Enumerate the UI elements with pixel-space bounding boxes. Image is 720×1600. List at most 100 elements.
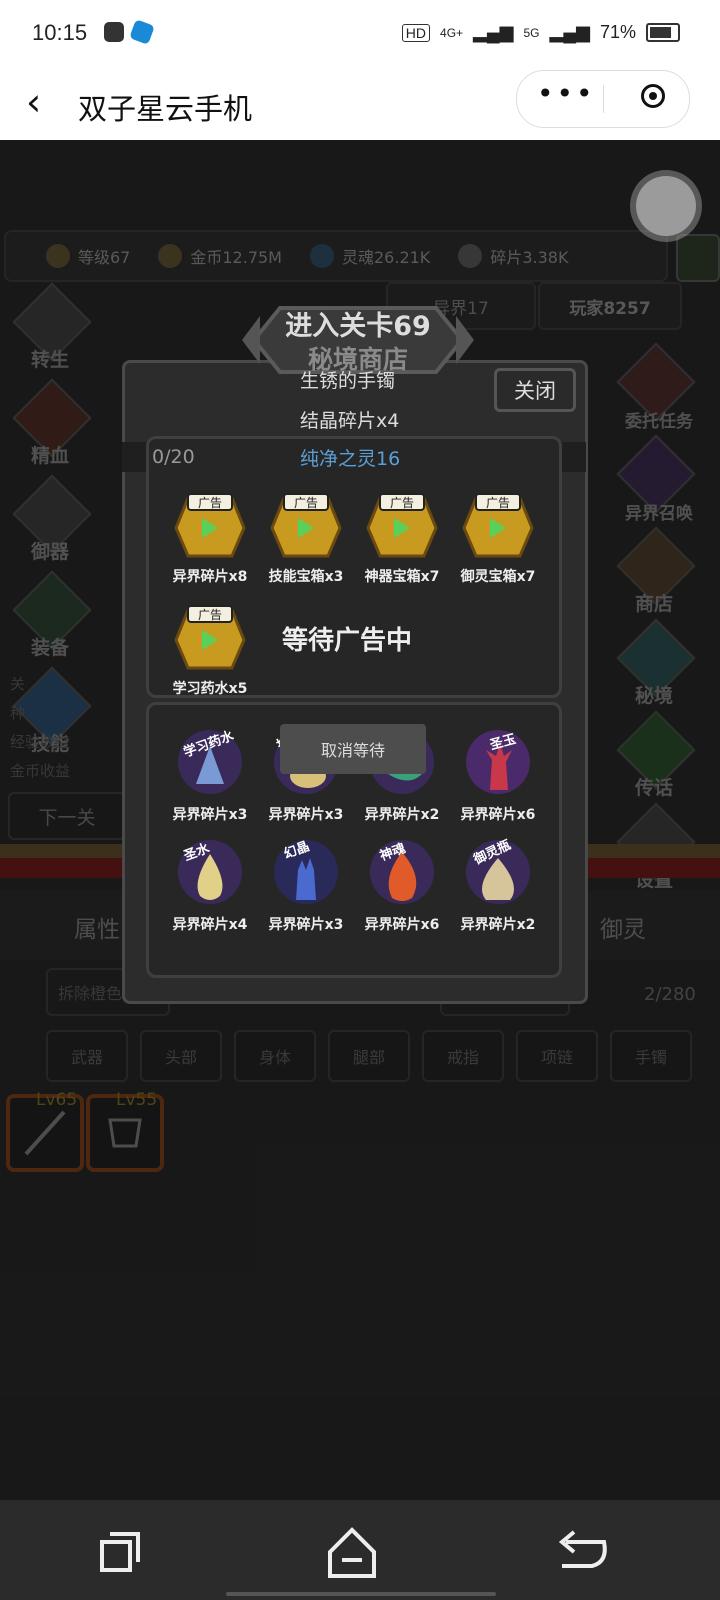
- potion-icon: 学习药水: [178, 727, 242, 794]
- more-button[interactable]: •••: [537, 77, 596, 110]
- menu-rebirth[interactable]: 转生: [10, 282, 92, 378]
- level-resource: 等级67: [46, 244, 130, 268]
- toggle-icon[interactable]: [676, 234, 720, 282]
- signal-icon-2: ▂▄▆: [549, 22, 590, 42]
- ad-chest-icon: 广告: [174, 605, 246, 670]
- back-icon[interactable]: [552, 1522, 612, 1582]
- ad-chest-icon: 广告: [174, 493, 246, 558]
- ad-reward-label: 御灵宝箱x7: [460, 569, 536, 585]
- menu-commission[interactable]: 委托任务: [614, 342, 696, 438]
- shard-icon: [458, 244, 483, 268]
- cancel-wait-button[interactable]: 取消等待: [280, 724, 426, 774]
- menu-essence[interactable]: 精血: [10, 378, 92, 474]
- ad-reward-tile[interactable]: 广告 技能宝箱x3: [258, 480, 354, 586]
- inventory-count: 2/280: [644, 984, 696, 1005]
- pure-spirit-count: 纯净之灵16: [300, 448, 401, 470]
- slot-necklace[interactable]: 项链: [516, 1030, 598, 1082]
- gold-resource: 金币12.75M: [158, 244, 282, 268]
- right-menu: 委托任务 异界召唤 商店 秘境 传话 设置: [614, 342, 696, 898]
- shop-item-label: 异界碎片x6: [364, 917, 440, 933]
- resource-bar: 等级67 金币12.75M 灵魂26.21K 碎片3.38K: [4, 230, 668, 282]
- equipment-level: Lv55: [116, 1090, 158, 1110]
- holy-water-icon: 圣水: [178, 840, 242, 904]
- player-chip: 玩家8257: [538, 282, 682, 330]
- menu-label: 装备: [30, 637, 69, 659]
- ad-badge-text: 广告: [294, 496, 318, 510]
- shop-item[interactable]: 幻晶 异界碎片x3: [258, 830, 354, 934]
- equipment-item[interactable]: Lv55: [86, 1090, 164, 1172]
- stats-list: 关 种 经验收益 金币收益: [10, 670, 130, 786]
- ad-badge-text: 广告: [198, 608, 222, 622]
- coral-icon: 圣玉: [466, 730, 530, 794]
- hd-icon: HD: [401, 23, 431, 42]
- stat-label: 金币收益: [10, 762, 71, 780]
- equip-slot-tabs: 武器 头部 身体 腿部 戒指 项链 手镯: [46, 1030, 692, 1082]
- recent-apps-icon[interactable]: [90, 1522, 150, 1582]
- clock: 10:15: [32, 20, 88, 45]
- shop-item[interactable]: 神魂 异界碎片x6: [354, 830, 450, 934]
- equipment-item[interactable]: Lv65: [6, 1090, 84, 1172]
- waiting-ad-text: 等待广告中: [282, 626, 413, 656]
- tab-attributes[interactable]: 属性: [74, 910, 120, 944]
- player-label: 玩家8257: [569, 298, 651, 319]
- ad-reward-label: 学习药水x5: [172, 681, 248, 697]
- menu-summon[interactable]: 异界召唤: [614, 434, 696, 530]
- menu-secret-realm[interactable]: 秘境: [614, 618, 696, 714]
- shop-item[interactable]: 圣玉 异界碎片x6: [450, 720, 546, 824]
- equipment-level: Lv65: [36, 1090, 78, 1110]
- menu-label: 精血: [30, 445, 69, 467]
- shop-item[interactable]: 圣水 异界碎片x4: [162, 830, 258, 934]
- page-title: 双子星云手机: [78, 92, 253, 126]
- floating-assistive-ball[interactable]: [636, 176, 696, 236]
- menu-equipment[interactable]: 装备: [10, 570, 92, 666]
- ad-reward-label: 技能宝箱x3: [268, 569, 344, 585]
- ad-reward-tile[interactable]: 广告 异界碎片x8: [162, 480, 258, 586]
- spirit-bottle-icon: 御灵瓶: [466, 837, 530, 904]
- signal-icon: ▂▄▆: [473, 22, 514, 42]
- ad-reward-tile[interactable]: 广告 御灵宝箱x7: [450, 480, 546, 586]
- gesture-handle: [226, 1592, 496, 1596]
- phantom-crystal-icon: 幻晶: [274, 838, 338, 904]
- slot-bracelet[interactable]: 手镯: [610, 1030, 692, 1082]
- menu-shop[interactable]: 商店: [614, 526, 696, 622]
- slot-legs[interactable]: 腿部: [328, 1030, 410, 1082]
- soul-value: 灵魂26.21K: [342, 248, 431, 267]
- menu-artifact[interactable]: 御器: [10, 474, 92, 570]
- stat-label: 经验收益: [10, 733, 71, 751]
- shop-item[interactable]: 学习药水 异界碎片x3: [162, 720, 258, 824]
- close-button[interactable]: 关闭: [494, 368, 576, 412]
- tab-spirits[interactable]: 御灵: [600, 910, 646, 944]
- slot-weapon[interactable]: 武器: [46, 1030, 128, 1082]
- reward-line-1: 生锈的手镯: [300, 370, 396, 392]
- menu-message[interactable]: 传话: [614, 710, 696, 806]
- soul-resource: 灵魂26.21K: [310, 244, 430, 268]
- network-5g: 5G: [523, 25, 540, 40]
- battery-level: 71%: [599, 22, 636, 42]
- status-bar: 10:15 HD 4G+ ▂▄▆ 5G ▂▄▆ 71%: [0, 0, 720, 70]
- app-notification-icon: [104, 22, 124, 42]
- close-miniprogram-icon[interactable]: [641, 84, 665, 108]
- shop-item[interactable]: 御灵瓶 异界碎片x2: [450, 830, 546, 934]
- network-4g: 4G+: [440, 25, 464, 40]
- coin-icon: [158, 244, 183, 268]
- ad-chest-icon: 广告: [270, 493, 342, 558]
- reward-line-2: 结晶碎片x4: [300, 410, 400, 432]
- divine-soul-icon: 神魂: [370, 840, 434, 904]
- menu-label: 委托任务: [625, 412, 693, 432]
- ad-reward-tile[interactable]: 广告 神器宝箱x7: [354, 480, 450, 586]
- menu-label: 秘境: [634, 685, 673, 707]
- next-level-button[interactable]: 下一关: [8, 792, 126, 840]
- slot-ring[interactable]: 戒指: [422, 1030, 504, 1082]
- menu-label: 商店: [634, 593, 673, 615]
- slot-body[interactable]: 身体: [234, 1030, 316, 1082]
- capsule-divider: [603, 85, 604, 113]
- back-button[interactable]: ‹: [26, 80, 41, 124]
- ad-progress: 0/20: [152, 446, 195, 468]
- ad-reward-label: 异界碎片x8: [172, 569, 248, 585]
- slot-head[interactable]: 头部: [140, 1030, 222, 1082]
- ad-reward-tile[interactable]: 广告 学习药水x5: [162, 592, 258, 698]
- home-icon[interactable]: [322, 1522, 382, 1582]
- ad-badge-text: 广告: [390, 496, 414, 510]
- ad-badge-text: 广告: [486, 496, 510, 510]
- shop-item-label: 异界碎片x3: [172, 807, 248, 823]
